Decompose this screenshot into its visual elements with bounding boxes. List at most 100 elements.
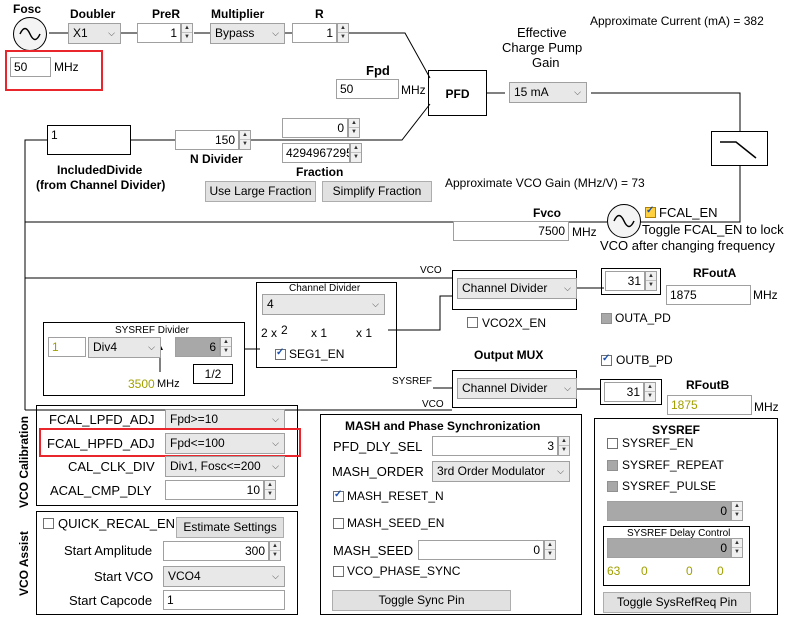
outa-mux-select[interactable]: Channel Divider ⌵ — [457, 278, 577, 299]
r-input[interactable]: 1 — [292, 23, 337, 43]
lowpass-icon — [720, 141, 757, 159]
r-spinner[interactable]: ▲ ▼ — [337, 23, 349, 43]
fvco-input[interactable]: 7500 — [453, 221, 569, 241]
toggle-sysrefreq-pin-button[interactable]: Toggle SysRefReq Pin — [603, 592, 751, 613]
included-divide-label: IncludedDivide — [57, 163, 143, 177]
vco-icon — [607, 204, 641, 238]
fraction-numerator-spinner[interactable]: ▲ ▼ — [348, 118, 360, 138]
outb-pwr-spinner[interactable]: ▲ ▼ — [644, 382, 656, 402]
quick-recal-checkbox[interactable] — [43, 518, 54, 529]
fpd-label: Fpd — [366, 63, 390, 78]
outa-pd-checkbox[interactable] — [601, 313, 612, 324]
cal-clk-div-select[interactable]: Div1, Fosc<=200 ⌵ — [165, 456, 285, 477]
channel-divider-select[interactable]: 4 ⌵ — [262, 294, 385, 315]
prer-input[interactable]: 1 — [137, 23, 181, 43]
loop-filter-block — [711, 131, 768, 166]
sysref-repeat-checkbox[interactable] — [607, 460, 618, 471]
sysref-value-spinner[interactable]: ▲ ▼ — [731, 501, 743, 521]
rfouta-freq[interactable]: 1875 — [666, 285, 751, 305]
sysref-repeat-label: SYSREF_REPEAT — [622, 458, 724, 472]
pfd-block: PFD — [428, 70, 487, 116]
pfd-dly-sel-input[interactable]: 3 — [432, 436, 558, 456]
sysref-divider-title: SYSREF Divider — [115, 325, 189, 336]
start-amplitude-spinner[interactable]: ▲ ▼ — [269, 541, 281, 561]
mash-reset-n-label: MASH_RESET_N — [347, 489, 444, 503]
doubler-select[interactable]: X1 ⌵ — [68, 23, 121, 44]
start-amplitude-input[interactable]: 300 — [163, 541, 269, 561]
sysref-delay-d1: 63 — [607, 564, 621, 578]
rfouta-unit: MHz — [753, 288, 778, 302]
seg1-en-checkbox[interactable] — [275, 347, 286, 360]
cp-gain-select[interactable]: 15 mA ⌵ — [509, 82, 587, 103]
fraction-denominator-spinner[interactable]: ▲ ▼ — [350, 143, 362, 163]
outb-mux-select[interactable]: Channel Divider ⌵ — [457, 378, 577, 399]
mash-seed-spinner[interactable]: ▲ ▼ — [544, 540, 556, 560]
pfd-dly-sel-spinner[interactable]: ▲ ▼ — [558, 436, 570, 456]
chevron-down-icon: ⌵ — [564, 283, 571, 293]
toggle-sync-pin-button[interactable]: Toggle Sync Pin — [332, 590, 511, 611]
rfoutb-freq[interactable]: 1875 — [667, 395, 752, 415]
acal-cmp-dly-input[interactable]: 10 — [165, 480, 264, 500]
prer-spinner[interactable]: ▲ ▼ — [181, 23, 193, 43]
sysref-div-num[interactable]: 6 — [175, 337, 220, 357]
mash-seed-en-label: MASH_SEED_EN — [347, 516, 445, 530]
sysref-freq-unit: MHz — [157, 378, 180, 390]
sysref-delay-input[interactable]: 0 — [607, 538, 731, 558]
sysref-pulse-label: SYSREF_PULSE — [622, 479, 717, 493]
seg-2: 2 — [281, 323, 288, 337]
seg1-en-label: SEG1_EN — [289, 347, 345, 361]
outa-pwr-spinner[interactable]: ▲ ▼ — [645, 271, 657, 291]
fpd-unit: MHz — [401, 83, 426, 97]
outb-pwr-input[interactable]: 31 — [604, 382, 644, 402]
toggle-note-1: Toggle FCAL_EN to lock — [642, 222, 784, 237]
use-large-fraction-button[interactable]: Use Large Fraction — [205, 181, 316, 202]
mash-reset-n-checkbox[interactable] — [333, 489, 344, 502]
chevron-down-icon: ⌵ — [372, 299, 379, 309]
quick-recal-label: QUICK_RECAL_EN — [58, 516, 176, 531]
start-capcode-label: Start Capcode — [69, 593, 153, 608]
mash-seed-input[interactable]: 0 — [418, 540, 544, 560]
start-capcode-input[interactable]: 1 — [163, 590, 285, 610]
estimate-settings-button[interactable]: Estimate Settings — [176, 517, 284, 538]
chevron-down-icon: ⌵ — [564, 383, 571, 393]
fraction-denominator[interactable]: 4294967295 — [282, 143, 350, 163]
fcal-en-checkbox[interactable] — [645, 205, 656, 218]
simplify-fraction-button[interactable]: Simplify Fraction — [322, 181, 432, 202]
mash-order-select[interactable]: 3rd Order Modulator ⌵ — [432, 461, 570, 482]
pfd-dly-sel-label: PFD_DLY_SEL — [333, 439, 423, 454]
vco-wire-label-2: VCO — [422, 399, 444, 410]
acal-cmp-dly-spinner[interactable]: ▲ ▼ — [264, 480, 276, 500]
n-divider-spinner[interactable]: ▲ ▼ — [239, 130, 251, 150]
outa-pwr-input[interactable]: 31 — [605, 271, 645, 291]
vco2x-en-label: VCO2X_EN — [482, 316, 547, 330]
sysref-en-label: SYSREF_EN — [622, 436, 694, 450]
vco-phase-sync-label: VCO_PHASE_SYNC — [347, 564, 461, 578]
outb-pd-checkbox[interactable] — [601, 353, 612, 366]
seg-x1b: x 1 — [356, 326, 373, 340]
fosc-label: Fosc — [13, 2, 42, 16]
sysref-title: SYSREF — [652, 423, 701, 437]
sysref-div-spinner[interactable]: ▲ ▼ — [220, 337, 232, 357]
vco-assist-section-label: VCO Assist — [17, 531, 31, 596]
rfoutb-unit: MHz — [754, 400, 779, 414]
start-vco-select[interactable]: VCO4 ⌵ — [163, 566, 285, 587]
vco2x-en-checkbox[interactable] — [467, 317, 478, 328]
n-divider-input[interactable]: 150 — [175, 130, 239, 150]
sysref-div-select[interactable]: Div4 ⌵ — [88, 337, 161, 358]
multiplier-select[interactable]: Bypass ⌵ — [210, 23, 285, 44]
sysref-delay-spinner[interactable]: ▲ ▼ — [731, 538, 743, 558]
sysref-en-checkbox[interactable] — [607, 438, 618, 449]
sysref-pre-value[interactable]: 1 — [48, 337, 86, 357]
fpd-input[interactable]: 50 — [336, 79, 399, 99]
cal-clk-div-label: CAL_CLK_DIV — [68, 459, 155, 474]
seg-2x: 2 x — [261, 326, 278, 340]
vco-phase-sync-checkbox[interactable] — [333, 566, 344, 577]
mash-seed-en-checkbox[interactable] — [333, 518, 344, 529]
toggle-note-2: VCO after changing frequency — [600, 238, 775, 253]
chevron-down-icon: ⌵ — [108, 28, 115, 38]
sysref-pulse-checkbox[interactable] — [607, 481, 618, 492]
fcal-lpfd-select[interactable]: Fpd>=10 ⌵ — [165, 409, 285, 430]
fraction-numerator[interactable]: 0 — [282, 118, 348, 138]
sysref-freq-value: 3500 — [128, 377, 155, 391]
sysref-value-input[interactable]: 0 — [607, 501, 731, 521]
